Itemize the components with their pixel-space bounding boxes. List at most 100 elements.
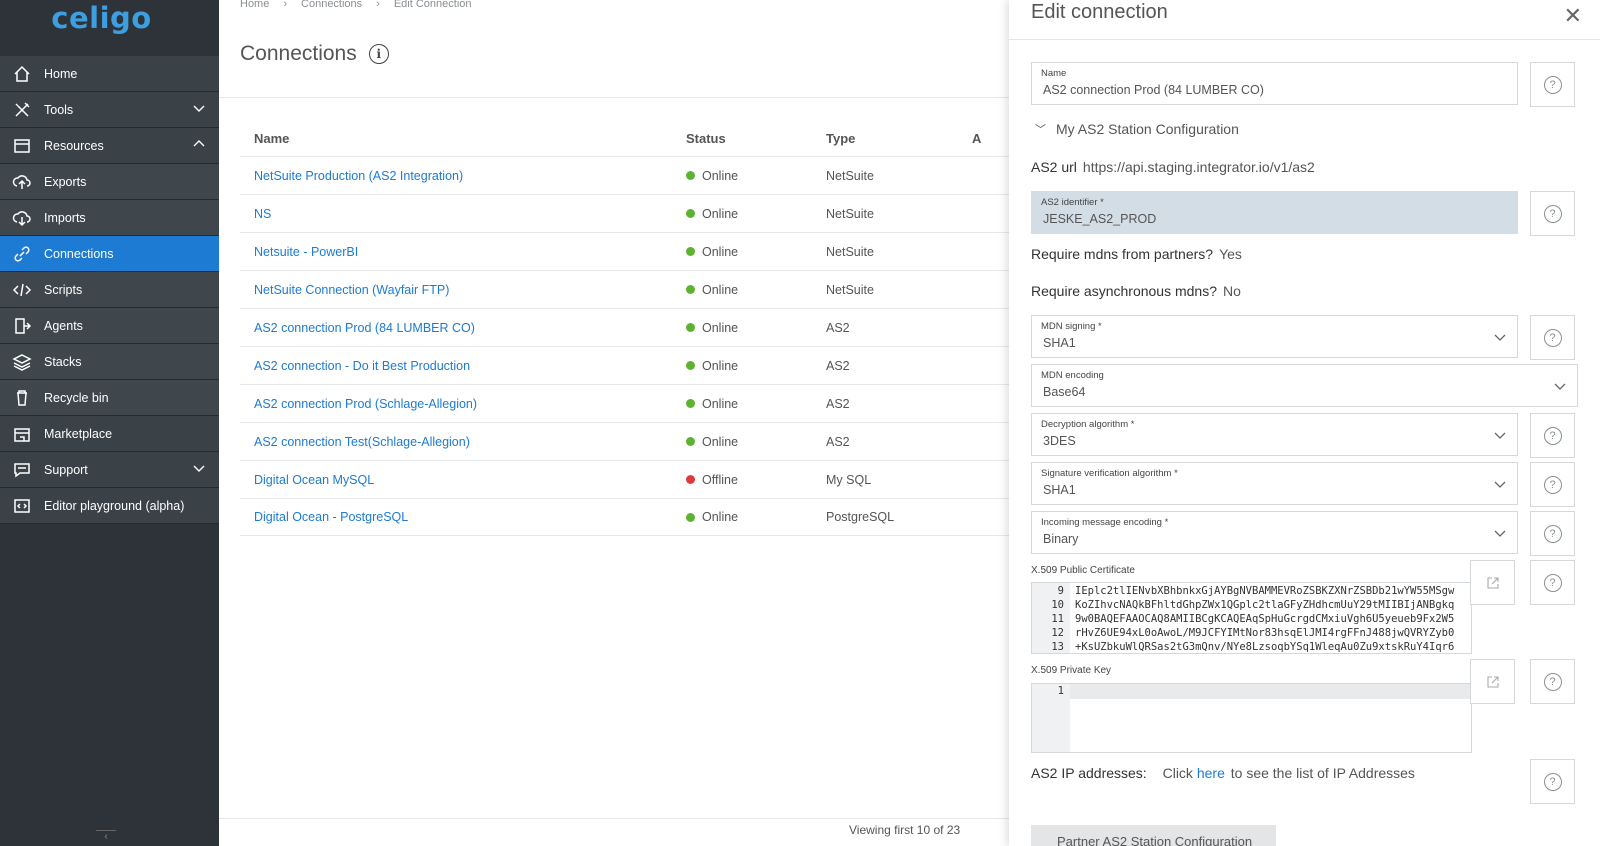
connection-name-link[interactable]: Digital Ocean - PostgreSQL bbox=[254, 510, 408, 524]
connection-name-link[interactable]: Netsuite - PowerBI bbox=[254, 245, 358, 259]
sidebar-item-connections[interactable]: Connections bbox=[0, 236, 219, 272]
breadcrumb-connections[interactable]: Connections bbox=[301, 0, 362, 10]
incoming-encoding-select[interactable]: Incoming message encoding * Binary bbox=[1031, 511, 1518, 554]
chevron-up-icon bbox=[179, 138, 219, 153]
line-number: 13 bbox=[1051, 641, 1064, 653]
name-label: Name bbox=[1041, 68, 1067, 79]
name-field[interactable]: Name AS2 connection Prod (84 LUMBER CO) bbox=[1031, 62, 1518, 105]
status-text: Online bbox=[702, 396, 739, 411]
as2-url-label: AS2 url bbox=[1031, 159, 1077, 175]
info-icon[interactable]: i bbox=[368, 44, 389, 64]
sidebar-item-editor-playground-alpha[interactable]: Editor playground (alpha) bbox=[0, 488, 219, 524]
sidebar-item-label: Support bbox=[44, 462, 88, 477]
status-dot bbox=[686, 323, 695, 332]
chevron-down-icon bbox=[1494, 334, 1506, 341]
require-async-mdns: Require asynchronous mdns? No bbox=[1031, 283, 1241, 299]
line-text: 9w0BAQEFAAOCAQ8AMIIBCgKCAQEAqSpHuGcrgdCM… bbox=[1075, 613, 1455, 625]
help-icon: ? bbox=[1543, 75, 1562, 94]
require-mdns-label: Require mdns from partners? bbox=[1031, 246, 1214, 262]
line-number: 11 bbox=[1051, 613, 1064, 625]
help-button[interactable]: ? bbox=[1530, 413, 1575, 458]
line-number: 9 bbox=[1057, 585, 1064, 597]
signature-verification-select[interactable]: Signature verification algorithm * SHA1 bbox=[1031, 462, 1518, 505]
help-button[interactable]: ? bbox=[1530, 759, 1575, 804]
sidebar-item-resources[interactable]: Resources bbox=[0, 128, 219, 164]
sidebar-item-stacks[interactable]: Stacks bbox=[0, 344, 219, 380]
help-button[interactable]: ? bbox=[1530, 315, 1575, 360]
my-station-toggle[interactable]: ﹀ My AS2 Station Configuration bbox=[1035, 121, 1239, 137]
mdn-encoding-select[interactable]: MDN encoding Base64 bbox=[1031, 364, 1578, 407]
line-text: IEplc2tlIENvbXBhbnkxGjAYBgNVBAMMEVRoZSBK… bbox=[1075, 585, 1455, 597]
partner-station-toggle[interactable]: Partner AS2 Station Configuration bbox=[1031, 825, 1276, 846]
name-value[interactable]: AS2 connection Prod (84 LUMBER CO) bbox=[1043, 83, 1264, 97]
sidebar-item-recycle-bin[interactable]: Recycle bin bbox=[0, 380, 219, 416]
table-row: Netsuite - PowerBI Online NetSuite bbox=[240, 232, 1030, 270]
sidebar-item-agents[interactable]: Agents bbox=[0, 308, 219, 344]
line-text: KoZIhvcNAQkBFhltdGhpZWx1QGplc2tlaGFyZHdh… bbox=[1075, 599, 1455, 611]
column-header-name[interactable]: Name bbox=[240, 131, 666, 146]
sidebar-item-marketplace[interactable]: Marketplace bbox=[0, 416, 219, 452]
sidebar-item-scripts[interactable]: Scripts bbox=[0, 272, 219, 308]
expand-editor-button[interactable] bbox=[1470, 659, 1515, 704]
table-row: NetSuite Connection (Wayfair FTP) Online N… bbox=[240, 270, 1030, 308]
code-line: 9 IEplc2tlIENvbXBhbnkxGjAYBgNVBAMMEVRoZSB… bbox=[1032, 584, 1471, 598]
help-button[interactable]: ? bbox=[1530, 62, 1575, 107]
breadcrumb-home[interactable]: Home bbox=[240, 0, 269, 10]
public-cert-editor[interactable]: 9 IEplc2tlIENvbXBhbnkxGjAYBgNVBAMMEVRoZSB… bbox=[1031, 582, 1472, 654]
ip-here-link[interactable]: here bbox=[1197, 765, 1225, 781]
sidebar-item-label: Tools bbox=[44, 102, 74, 117]
status-text: Online bbox=[702, 320, 739, 335]
public-cert-label: X.509 Public Certificate bbox=[1031, 565, 1135, 576]
collapse-sidebar-icon[interactable]: ‹ bbox=[96, 830, 116, 844]
panel-header: Edit connection ✕ bbox=[1009, 0, 1600, 40]
mdn-signing-select[interactable]: MDN signing * SHA1 bbox=[1031, 315, 1518, 358]
sidebar-item-home[interactable]: Home bbox=[0, 56, 219, 92]
expand-editor-button[interactable] bbox=[1470, 560, 1515, 605]
table-row: NS Online NetSuite bbox=[240, 194, 1030, 232]
download-icon bbox=[0, 208, 44, 228]
connection-name-link[interactable]: NetSuite Production (AS2 Integration) bbox=[254, 169, 463, 183]
sidebar-item-support[interactable]: Support bbox=[0, 452, 219, 488]
edit-connection-panel: Edit connection ✕ Name AS2 connection Pr… bbox=[1009, 0, 1600, 846]
public-cert-lines: 9 IEplc2tlIENvbXBhbnkxGjAYBgNVBAMMEVRoZSB… bbox=[1032, 584, 1471, 653]
code-line: 12 rHvZ6UE94xL0oAwoL/M9JCFYIMtNor83hsqElJ… bbox=[1032, 626, 1471, 640]
connection-name-link[interactable]: AS2 connection - Do it Best Production bbox=[254, 359, 470, 373]
sidebar-item-label: Home bbox=[44, 66, 78, 81]
open-external-icon bbox=[1486, 576, 1499, 589]
table-row: AS2 connection Test(Schlage-Allegion) Onl… bbox=[240, 422, 1030, 460]
chevron-down-icon bbox=[1494, 481, 1506, 488]
connection-type: AS2 bbox=[826, 434, 850, 449]
sidebar-item-imports[interactable]: Imports bbox=[0, 200, 219, 236]
sidebar-item-tools[interactable]: Tools bbox=[0, 92, 219, 128]
help-button[interactable]: ? bbox=[1530, 560, 1575, 605]
help-button[interactable]: ? bbox=[1530, 511, 1575, 556]
table-header: Name Status Type A bbox=[240, 120, 1030, 156]
connection-name-link[interactable]: AS2 connection Test(Schlage-Allegion) bbox=[254, 435, 470, 449]
column-header-status[interactable]: Status bbox=[666, 131, 812, 146]
help-button[interactable]: ? bbox=[1530, 659, 1575, 704]
sidebar-item-label: Connections bbox=[44, 246, 114, 261]
close-icon[interactable]: ✕ bbox=[1564, 4, 1582, 29]
connection-name-link[interactable]: AS2 connection Prod (84 LUMBER CO) bbox=[254, 321, 475, 335]
tools-icon bbox=[0, 100, 44, 120]
celigo-logo[interactable]: celigo bbox=[0, 0, 219, 56]
connection-name-link[interactable]: NS bbox=[254, 207, 271, 221]
help-button[interactable]: ? bbox=[1530, 191, 1575, 236]
private-key-editor[interactable]: 1 bbox=[1031, 683, 1472, 753]
sidebar-item-label: Scripts bbox=[44, 282, 83, 297]
sidebar-item-label: Recycle bin bbox=[44, 390, 109, 405]
status-text: Online bbox=[702, 510, 739, 524]
status-dot bbox=[686, 512, 695, 522]
column-header-more[interactable]: A bbox=[972, 131, 1012, 146]
status-dot bbox=[686, 285, 695, 294]
sidebar-item-exports[interactable]: Exports bbox=[0, 164, 219, 200]
connection-name-link[interactable]: NetSuite Connection (Wayfair FTP) bbox=[254, 283, 449, 297]
connection-name-link[interactable]: AS2 connection Prod (Schlage-Allegion) bbox=[254, 397, 477, 411]
sidebar-item-label: Marketplace bbox=[44, 426, 113, 441]
breadcrumb-separator-icon: › bbox=[376, 0, 380, 10]
decryption-algorithm-select[interactable]: Decryption algorithm * 3DES bbox=[1031, 413, 1518, 456]
connection-type: AS2 bbox=[826, 320, 850, 335]
connection-name-link[interactable]: Digital Ocean MySQL bbox=[254, 473, 374, 487]
help-button[interactable]: ? bbox=[1530, 462, 1575, 507]
column-header-type[interactable]: Type bbox=[812, 131, 972, 146]
